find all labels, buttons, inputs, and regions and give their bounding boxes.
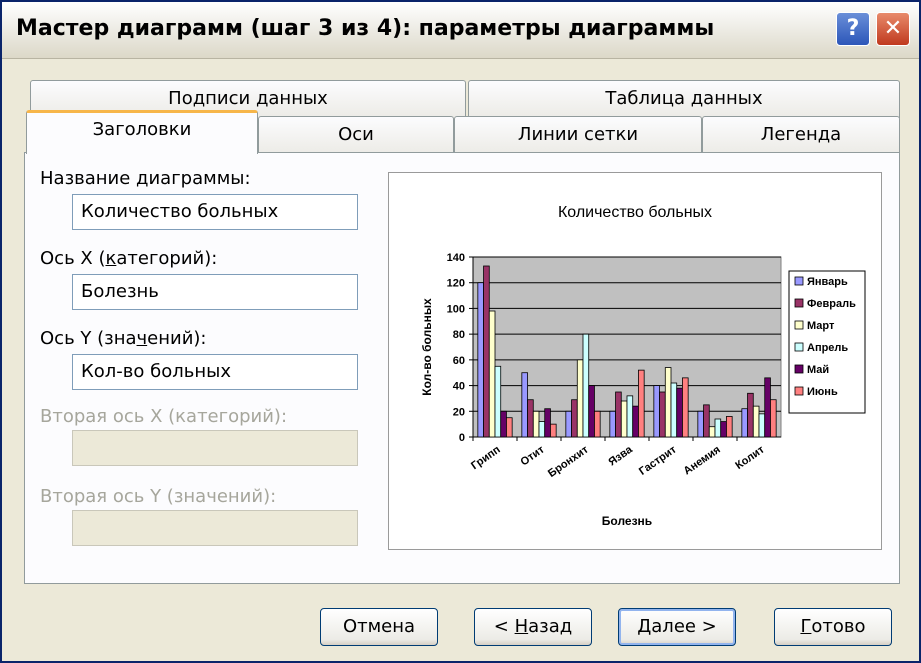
bar <box>588 385 595 438</box>
bar <box>714 418 722 438</box>
cancel-button[interactable]: Отмена <box>320 608 438 646</box>
y-tick-label: 140 <box>447 252 465 264</box>
bar <box>506 417 513 438</box>
finish-button[interactable]: Готово <box>774 608 892 646</box>
bar <box>703 404 710 438</box>
legend-swatch <box>794 386 804 396</box>
x-tick-label: Грипп <box>469 444 503 473</box>
tab-data-table[interactable]: Таблица данных <box>468 80 900 118</box>
bar <box>500 410 507 438</box>
tab-gridlines[interactable]: Линии сетки <box>454 116 702 154</box>
bar <box>527 399 534 438</box>
legend-label: Февраль <box>807 298 856 310</box>
legend-label: Апрель <box>807 342 848 354</box>
close-button[interactable]: ✕ <box>876 12 910 46</box>
legend-label: Июнь <box>807 386 838 398</box>
bar <box>682 377 689 438</box>
bar <box>758 413 766 438</box>
legend-swatch <box>794 320 804 330</box>
bar <box>544 408 551 438</box>
legend-label: Январь <box>807 276 848 288</box>
bar <box>659 391 666 438</box>
bar <box>664 367 672 438</box>
tab-titles[interactable]: Заголовки <box>26 110 258 154</box>
bar <box>747 392 754 438</box>
x-tick-label: Язва <box>606 443 635 468</box>
x-tick-label: Бронхит <box>546 443 591 480</box>
chart-preview: Количество больных 0 20 40 60 80 100 120 140 Кол-… <box>388 172 882 550</box>
bar <box>609 410 616 438</box>
bar <box>477 282 484 438</box>
x-tick-label: Отит <box>518 443 547 468</box>
bar <box>571 399 578 438</box>
y-tick-label: 20 <box>453 406 465 418</box>
bar <box>752 405 760 438</box>
tab-axes[interactable]: Оси <box>258 116 454 154</box>
y-tick-label: 120 <box>447 278 465 290</box>
y-tick-label: 60 <box>453 355 465 367</box>
bar <box>653 385 660 438</box>
bar <box>615 391 622 438</box>
bar <box>726 416 733 438</box>
bar <box>620 400 628 438</box>
bar <box>594 410 601 438</box>
chart-title-label: Название диаграммы: <box>40 168 251 189</box>
bar <box>697 410 704 438</box>
bar <box>632 405 639 438</box>
x-tick-label: Анемия <box>682 444 723 478</box>
legend-swatch <box>794 276 804 286</box>
bar <box>576 359 584 438</box>
x-axis-title: Болезнь <box>602 514 652 528</box>
chart-title-input[interactable]: Количество больных <box>72 194 358 230</box>
bar <box>488 310 496 438</box>
bar <box>720 421 727 438</box>
x-axis-label: Ось X (категорий): <box>40 248 218 269</box>
bar <box>708 426 716 438</box>
y-axis-input[interactable]: Кол-во больных <box>72 354 358 390</box>
y-axis-label: Ось Y (значений): <box>40 328 207 349</box>
bar <box>770 399 777 438</box>
legend-swatch <box>794 298 804 308</box>
help-button[interactable]: ? <box>836 12 870 46</box>
y-tick-label: 80 <box>453 329 465 341</box>
secondary-y-axis-input[interactable] <box>72 510 358 546</box>
legend-swatch <box>794 342 804 352</box>
bar <box>521 372 528 438</box>
legend-label: Май <box>807 364 829 376</box>
x-axis-input[interactable]: Болезнь <box>72 274 358 310</box>
bar <box>626 395 634 438</box>
bar <box>483 265 490 438</box>
secondary-x-axis-label: Вторая ось X (категорий): <box>40 406 288 427</box>
y-tick-label: 0 <box>459 432 465 444</box>
bar <box>565 410 572 438</box>
secondary-y-axis-label: Вторая ось Y (значений): <box>40 486 277 507</box>
bar <box>550 423 557 438</box>
legend-label: Март <box>807 320 835 332</box>
y-tick-label: 40 <box>453 381 465 393</box>
back-button[interactable]: < Назад <box>474 608 592 646</box>
bar <box>764 377 771 438</box>
bar <box>676 387 683 438</box>
x-tick-label: Гастрит <box>637 443 679 478</box>
bar <box>538 421 546 438</box>
bar <box>670 382 678 438</box>
window-title: Мастер диаграмм (шаг 3 из 4): параметры … <box>16 16 715 41</box>
secondary-x-axis-input[interactable] <box>72 430 358 466</box>
legend-swatch <box>794 364 804 374</box>
chart-svg: Количество больных 0 20 40 60 80 100 120 140 Кол-… <box>420 204 866 528</box>
chart-title: Количество больных <box>558 204 712 221</box>
title-bar: Мастер диаграмм (шаг 3 из 4): параметры … <box>2 2 919 59</box>
bar <box>494 365 502 438</box>
next-button[interactable]: Далее > <box>618 608 736 646</box>
y-tick-label: 100 <box>447 303 465 315</box>
y-axis-title: Кол-во больных <box>420 298 434 396</box>
tab-legend[interactable]: Легенда <box>702 116 900 154</box>
bar <box>638 369 645 438</box>
bar <box>532 410 540 438</box>
bar <box>741 408 748 438</box>
bar <box>582 333 590 438</box>
x-tick-label: Колит <box>733 443 767 472</box>
